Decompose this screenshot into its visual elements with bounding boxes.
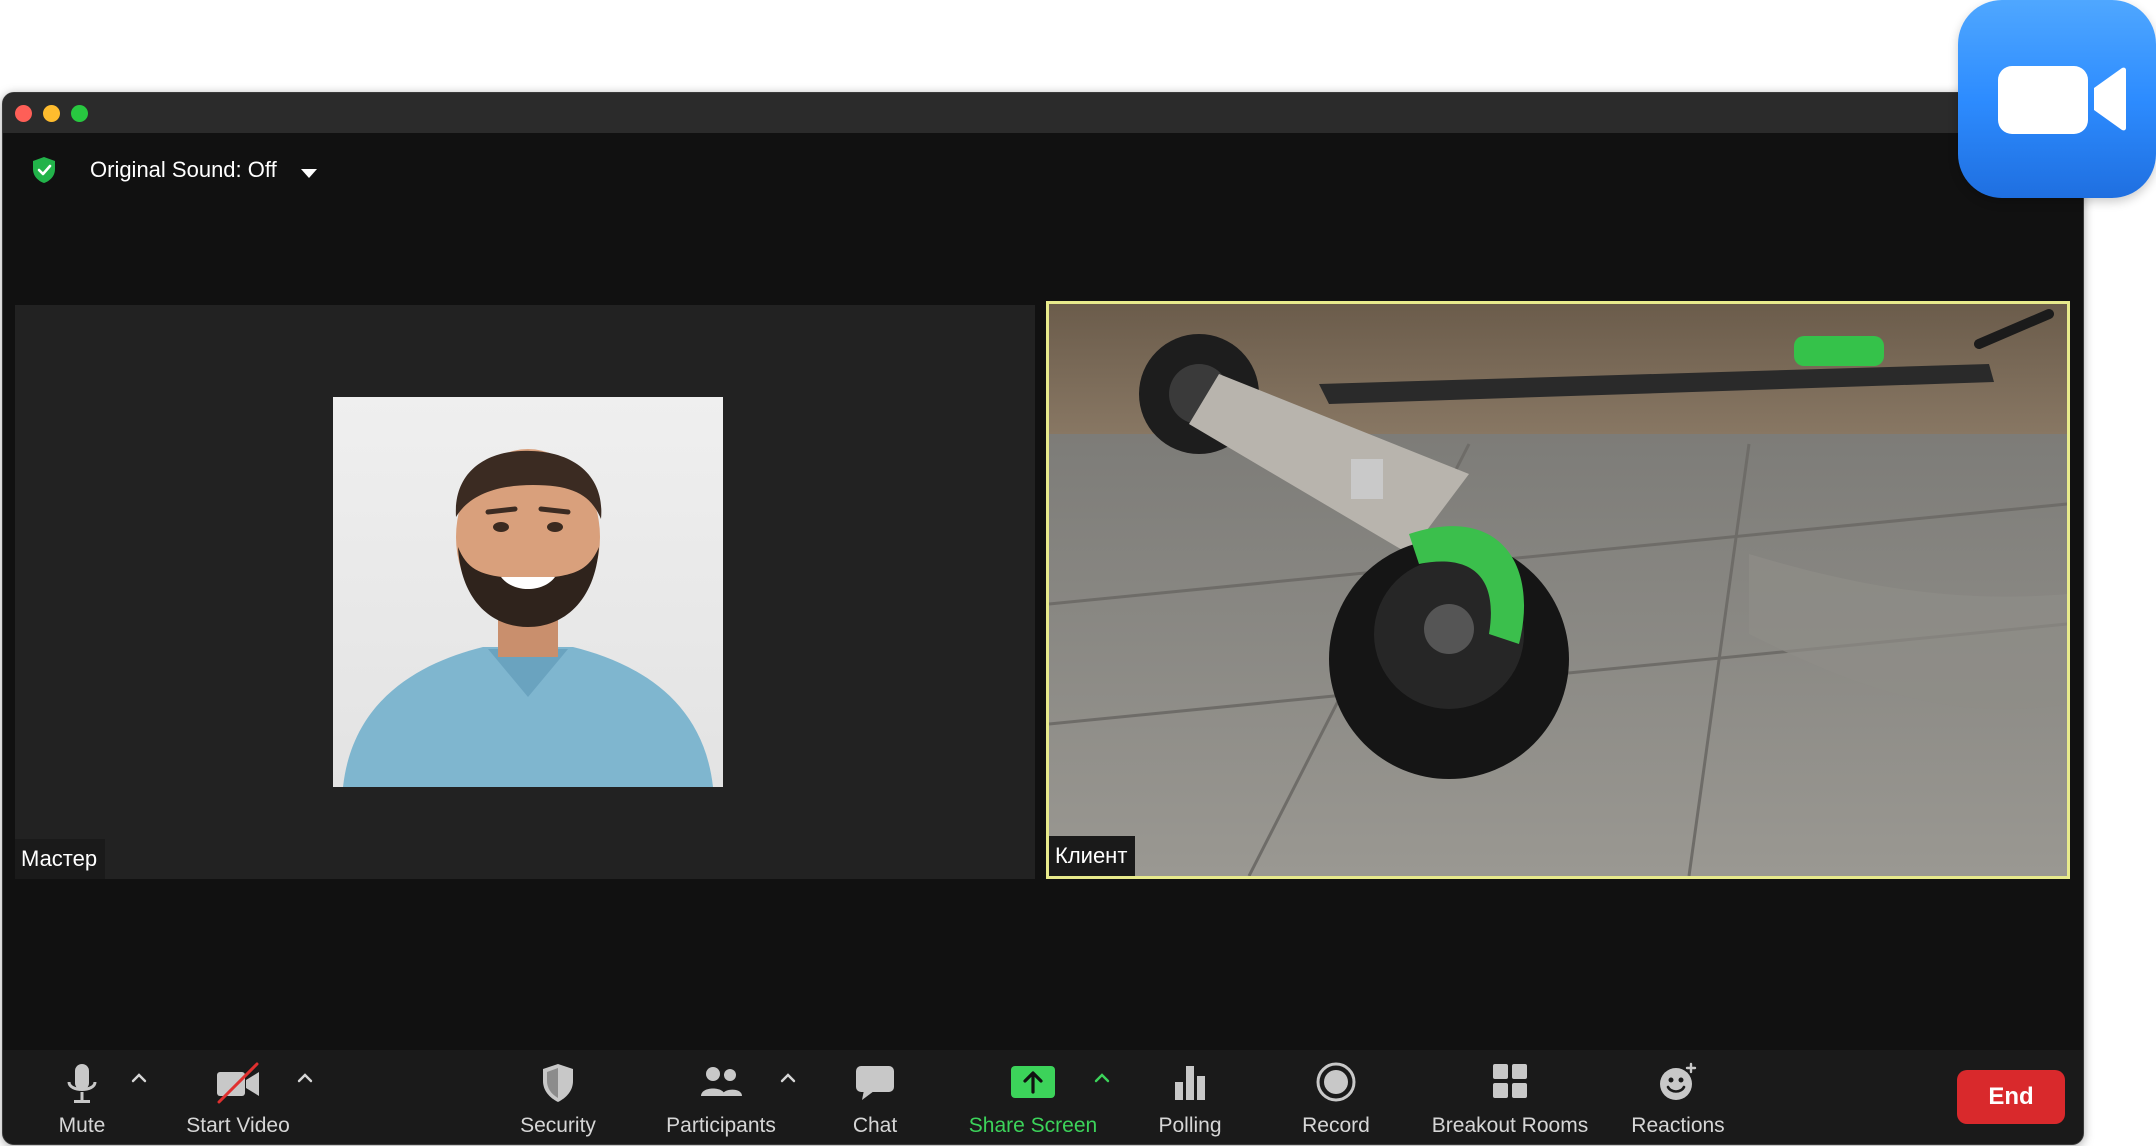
polling-label: Polling [1158,1114,1222,1137]
participants-options-chevron-up-icon[interactable] [778,1068,798,1088]
participant-video-tile-client[interactable]: Клиент [1046,301,2070,879]
participant-video-tile-master[interactable]: Мастер [15,305,1035,879]
reactions-label: Reactions [1631,1114,1725,1137]
breakout-rooms-button[interactable]: Breakout Rooms [1425,1050,1595,1144]
chat-bubble-icon [856,1066,894,1100]
minimize-window-button[interactable] [43,105,60,122]
share-options-chevron-up-icon[interactable] [1092,1068,1112,1088]
close-window-button[interactable] [15,105,32,122]
chat-button[interactable]: Chat [835,1050,915,1144]
reactions-button[interactable]: Reactions [1623,1050,1733,1144]
participant-avatar-photo [333,397,723,787]
end-meeting-button[interactable]: End [1957,1070,2065,1124]
original-sound-dropdown-chevron-icon[interactable] [301,169,317,178]
security-shield-icon [543,1064,573,1102]
start-video-label: Start Video [186,1114,290,1137]
chat-label: Chat [852,1114,898,1137]
share-screen-arrow-icon [1011,1066,1055,1098]
record-icon [1316,1062,1356,1102]
polling-bar-chart-icon [1175,1066,1205,1100]
microphone-icon [67,1064,97,1103]
meeting-controls-toolbar: Mute Start Video Security Participants C… [3,1050,2083,1144]
original-sound-toggle[interactable]: Original Sound: Off [90,155,277,185]
participants-label: Participants [666,1114,776,1137]
mute-button[interactable]: Mute [37,1050,127,1144]
title-bar [3,93,2083,133]
video-camera-off-icon [217,1062,259,1104]
zoom-meeting-window: Original Sound: Off Мастер Клиент Mute S… [2,92,2084,1145]
scooter-video-frame-icon [1049,304,2067,876]
polling-button[interactable]: Polling [1145,1050,1235,1144]
share-screen-button[interactable]: Share Screen [963,1050,1103,1144]
participant-name-label: Клиент [1049,836,1136,876]
participants-button[interactable]: Participants [661,1050,781,1144]
audio-options-chevron-up-icon[interactable] [129,1068,149,1088]
breakout-rooms-grid-icon [1493,1064,1527,1098]
participants-icon [701,1067,742,1096]
encryption-shield-icon[interactable] [29,155,59,185]
start-video-button[interactable]: Start Video [173,1050,303,1144]
reactions-smiley-icon [1660,1062,1697,1100]
breakout-rooms-label: Breakout Rooms [1431,1114,1589,1137]
zoom-app-icon [1958,0,2156,198]
zoom-window-button[interactable] [71,105,88,122]
participant-name-label: Мастер [15,839,106,879]
record-button[interactable]: Record [1291,1050,1381,1144]
video-options-chevron-up-icon[interactable] [295,1068,315,1088]
share-screen-label: Share Screen [968,1114,1098,1137]
smiling-man-portrait-icon [343,449,713,787]
video-camera-icon [1998,66,2126,134]
security-button[interactable]: Security [508,1050,608,1144]
mute-label: Mute [58,1114,106,1137]
record-label: Record [1302,1114,1370,1137]
security-label: Security [520,1114,596,1137]
